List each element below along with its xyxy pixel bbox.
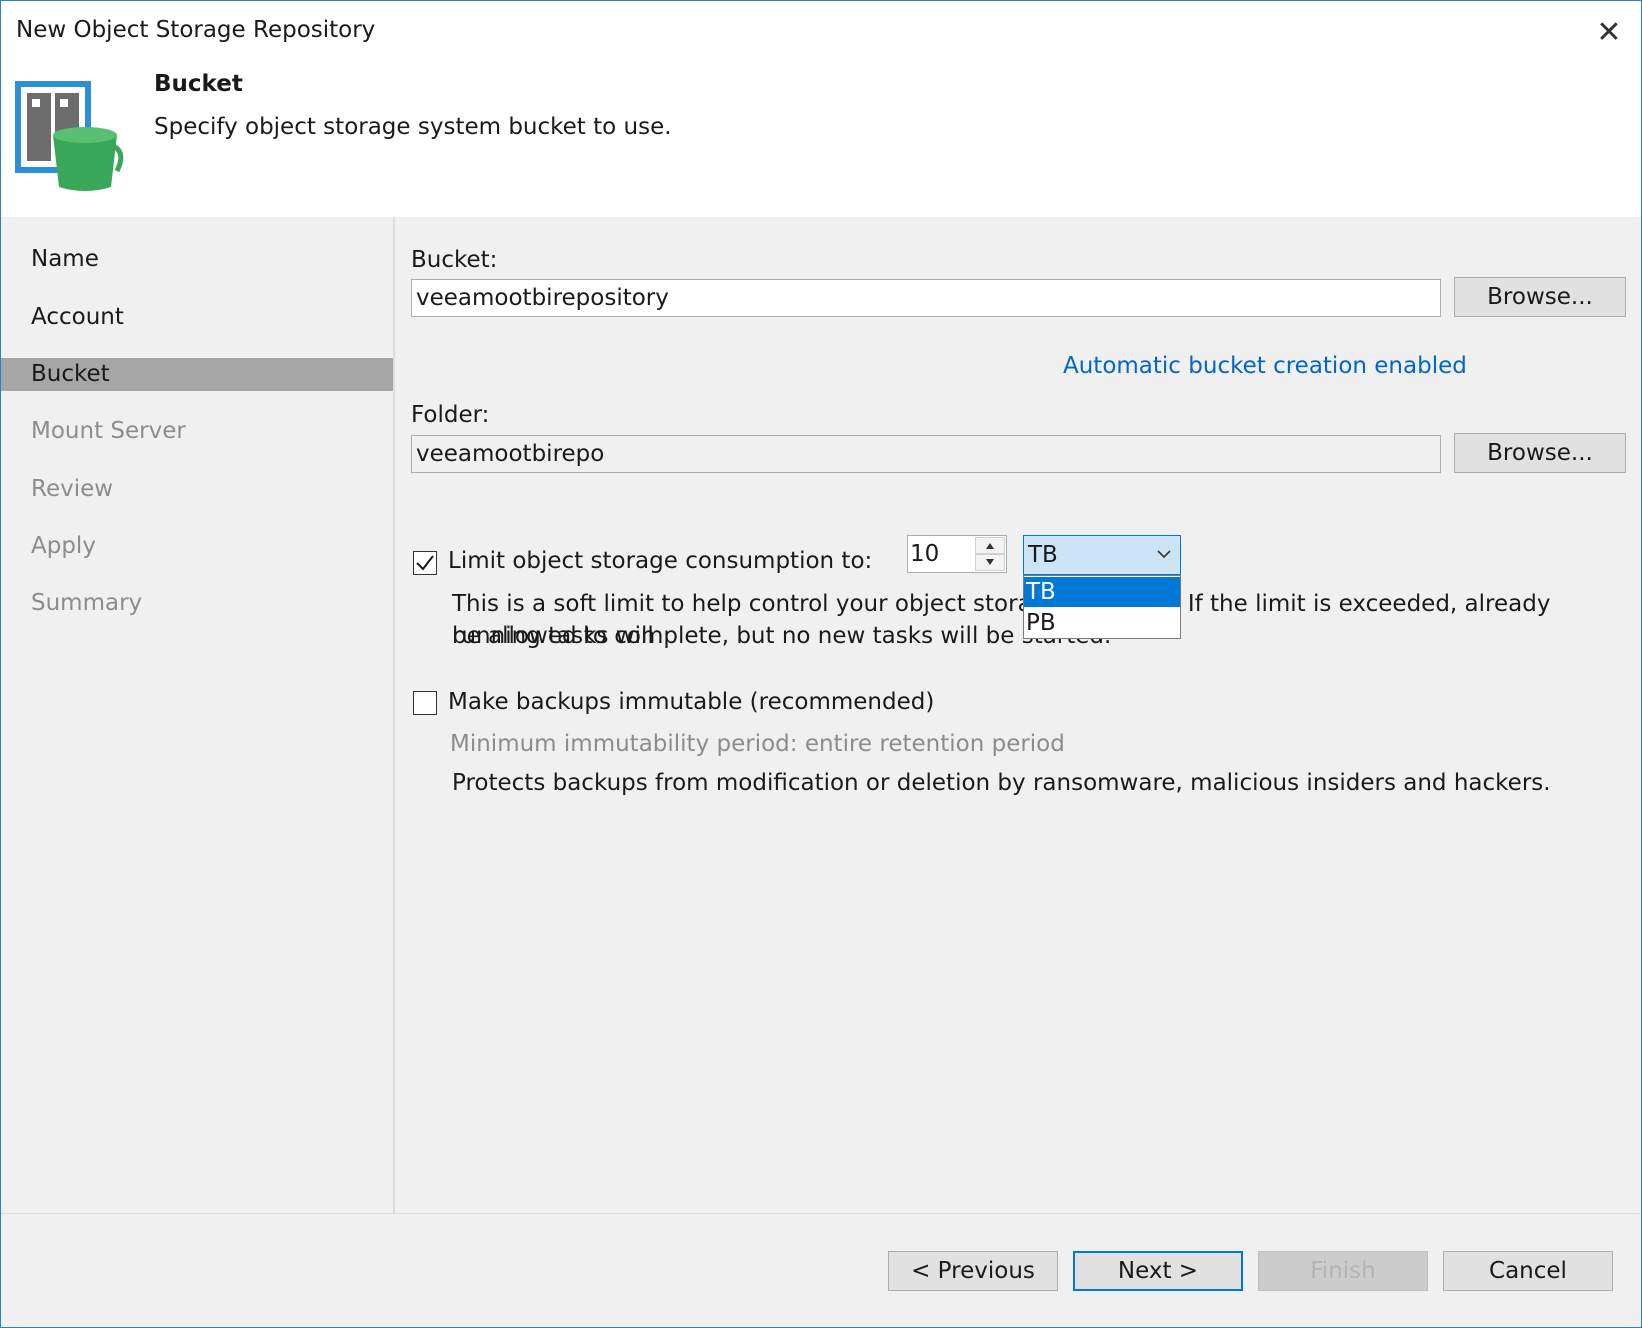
step-description: Specify object storage system bucket to … [154, 114, 672, 140]
bucket-label: Bucket: [411, 247, 498, 273]
nav-item-bucket[interactable]: Bucket [1, 358, 393, 391]
wizard-window: New Object Storage Repository ✕ Bucket S… [0, 0, 1642, 1328]
footer-divider [1, 1213, 1641, 1214]
window-title: New Object Storage Repository [16, 17, 376, 43]
cancel-button[interactable]: Cancel [1443, 1251, 1613, 1291]
nav-item-summary: Summary [31, 590, 143, 616]
unit-select-value: TB [1028, 542, 1058, 568]
nav-item-review: Review [31, 476, 114, 502]
finish-button: Finish [1258, 1251, 1428, 1291]
bucket-browse-button[interactable]: Browse... [1454, 277, 1626, 317]
close-icon[interactable]: ✕ [1589, 13, 1629, 53]
next-button[interactable]: Next > [1073, 1251, 1243, 1291]
nav-item-account[interactable]: Account [1, 301, 393, 334]
immutability-period-text: Minimum immutability period: entire rete… [450, 731, 1065, 757]
nav-item-name[interactable]: Name [1, 243, 393, 276]
stepper-up-button[interactable] [975, 537, 1005, 554]
wizard-steps-nav: Name Account Bucket Mount Server Review … [1, 217, 395, 1213]
immutable-checkbox[interactable] [413, 691, 437, 715]
checkmark-icon [416, 555, 434, 571]
object-storage-bucket-icon [15, 81, 124, 191]
chevron-down-icon [1157, 550, 1171, 559]
folder-input[interactable]: veeamootbirepo [411, 435, 1441, 473]
limit-value-input[interactable]: 10 [910, 536, 939, 572]
folder-label: Folder: [411, 402, 490, 428]
wizard-header: New Object Storage Repository ✕ Bucket S… [1, 1, 1641, 217]
bucket-input[interactable]: veeamootbirepository [411, 279, 1441, 317]
step-title: Bucket [154, 71, 243, 97]
auto-bucket-creation-link[interactable]: Automatic bucket creation enabled [1063, 353, 1467, 379]
limit-consumption-label[interactable]: Limit object storage consumption to: [448, 548, 872, 574]
unit-dropdown-list: TB PB [1023, 575, 1181, 639]
folder-browse-button[interactable]: Browse... [1454, 433, 1626, 473]
stepper-buttons [975, 537, 1005, 571]
arrow-down-icon [986, 559, 994, 565]
unit-option-tb[interactable]: TB [1024, 577, 1180, 607]
previous-button[interactable]: < Previous [888, 1251, 1058, 1291]
nav-item-apply: Apply [31, 533, 96, 559]
limit-consumption-checkbox[interactable] [413, 551, 437, 575]
unit-option-pb[interactable]: PB [1024, 608, 1180, 638]
immutable-description: Protects backups from modification or de… [452, 770, 1551, 796]
immutable-label[interactable]: Make backups immutable (recommended) [448, 689, 934, 715]
arrow-up-icon [986, 543, 994, 549]
limit-value-stepper[interactable]: 10 [907, 535, 1007, 573]
stepper-down-button[interactable] [975, 554, 1005, 571]
nav-item-mount-server: Mount Server [31, 418, 186, 444]
unit-select[interactable]: TB [1023, 535, 1181, 575]
